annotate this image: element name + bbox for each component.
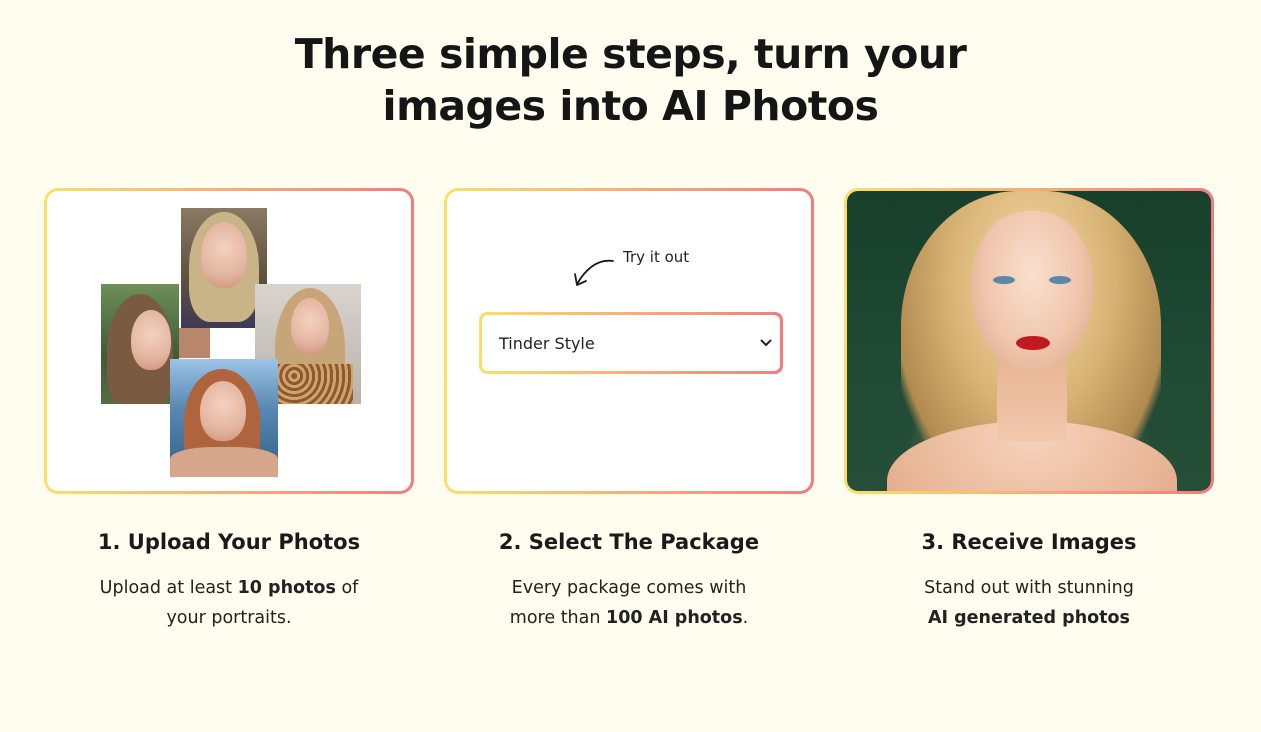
portrait-neck <box>997 361 1067 441</box>
receive-images-card <box>844 188 1214 494</box>
portrait-eye-right <box>1049 276 1071 284</box>
ai-portrait-image <box>847 191 1211 491</box>
step-3-text-line1: Stand out with stunning <box>924 578 1134 598</box>
step-1-text: Upload at least 10 photos of your portrai… <box>44 573 414 633</box>
curved-arrow-icon <box>574 259 614 286</box>
select-package-card: Try it out Tinder Style <box>444 188 814 494</box>
step-2-text-before: more than <box>509 608 607 628</box>
step-1-text-bold: 10 photos <box>237 578 336 598</box>
upload-photos-card <box>44 188 414 494</box>
step-2-text-line1: Every package comes with <box>511 578 747 598</box>
select-package-card-inner: Try it out Tinder Style <box>447 191 811 491</box>
package-select-value: Tinder Style <box>499 333 595 353</box>
step-1-text-after: of <box>335 578 359 598</box>
headline-line1: Three simple steps, turn your <box>294 30 967 78</box>
chevron-down-icon <box>760 336 772 351</box>
step-1: 1. Upload Your Photos Upload at least 10… <box>44 528 414 633</box>
step-3-text-bold: AI generated photos <box>928 608 1130 628</box>
step-1-title: 1. Upload Your Photos <box>97 530 361 554</box>
step-2-text-bold: 100 AI photos <box>606 608 743 628</box>
step-3-title: 3. Receive Images <box>921 530 1137 554</box>
collage-photo-bottom <box>170 359 278 477</box>
package-select-box[interactable]: Tinder Style <box>482 315 780 371</box>
step-3-text: Stand out with stunning AI generated phot… <box>844 573 1214 633</box>
portrait-lips <box>1016 336 1050 350</box>
portrait-eye-left <box>993 276 1015 284</box>
step-1-text-line2: your portraits. <box>166 608 292 628</box>
step-2-text-after: . <box>742 608 749 628</box>
page-headline: Three simple steps, turn your images int… <box>0 28 1261 132</box>
headline-line2: images into AI Photos <box>382 82 879 130</box>
package-select[interactable]: Tinder Style <box>479 312 783 374</box>
step-3: 3. Receive Images Stand out with stunnin… <box>844 528 1214 633</box>
try-it-out-label: Try it out <box>623 248 690 266</box>
step-2: 2. Select The Package Every package come… <box>444 528 814 633</box>
step-2-text: Every package comes with more than 100 AI… <box>444 573 814 633</box>
collage-photo-left <box>101 284 179 404</box>
portrait-face <box>971 211 1093 371</box>
photo-collage <box>47 191 411 491</box>
step-2-title: 2. Select The Package <box>498 530 760 554</box>
step-1-text-before: Upload at least <box>99 578 238 598</box>
